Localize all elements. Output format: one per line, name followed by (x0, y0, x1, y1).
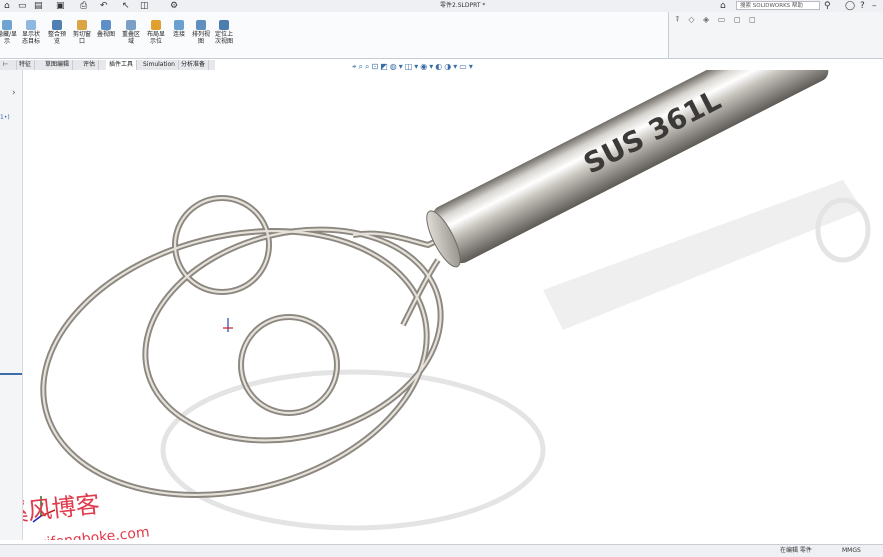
command-tabs: ⊢ 特征 草图编辑 评估 插件工具 Simulation 分析准备 (0, 60, 215, 70)
status-bar: 在编辑 零件 MMGS (0, 544, 883, 557)
tab-features[interactable]: 特征 (16, 60, 36, 70)
cut-window-icon (77, 20, 87, 30)
layout-icon (151, 20, 161, 30)
tab-evaluate[interactable]: 评估 (80, 60, 100, 70)
locate-icon (219, 20, 229, 30)
help-icon[interactable]: ? (860, 1, 865, 11)
search-icon[interactable]: ⚲ (824, 1, 831, 11)
options-gear-icon[interactable]: ⚙ (170, 1, 178, 11)
right-toolbar: ⍒ ◇ ◈ ▭ ◻ ◻ (669, 12, 883, 59)
save-icon[interactable]: ▣ (56, 1, 65, 11)
document-title: 零件2.SLDPRT * (440, 2, 486, 9)
overlay-icon (101, 20, 111, 30)
handle: SUS 361L (426, 14, 875, 268)
arrange-icon (196, 20, 206, 30)
panel-divider (0, 373, 22, 375)
ribbon-button-0[interactable]: 隐藏/显示 (0, 20, 18, 45)
chevron-right-icon[interactable]: › (12, 88, 16, 98)
home-icon[interactable]: ⌂ (4, 1, 10, 11)
user-icon[interactable]: ◯ (845, 1, 855, 11)
ribbon-button-9[interactable]: 定位上次视图 (213, 20, 235, 45)
units-selector[interactable]: MMGS (842, 545, 861, 557)
rebuild-icon[interactable]: ◫ (140, 1, 149, 11)
ribbon-button-6[interactable]: 布局显示位 (145, 20, 167, 45)
ribbon-button-7[interactable]: 连接 (168, 20, 190, 38)
tree-item[interactable]: 1•) (0, 114, 10, 121)
tab-addins[interactable]: 插件工具 (106, 60, 138, 70)
home-help-icon[interactable]: ⌂ (720, 1, 726, 11)
ribbon-button-2[interactable]: 整合预览 (46, 20, 68, 45)
watermark-name: 溪风博客 (23, 490, 101, 528)
whisk-wire (40, 195, 445, 498)
tab-analysis[interactable]: 分析准备 (178, 60, 210, 70)
origin-icon (223, 318, 233, 332)
tab-simulation[interactable]: Simulation (140, 60, 179, 70)
minimize-icon[interactable]: – (872, 1, 877, 11)
overlap-icon (126, 20, 136, 30)
graphics-area[interactable]: SUS 361L 溪风博客 xifengboke.com (3, 14, 883, 552)
ribbon-button-5[interactable]: 重叠区域 (120, 20, 142, 45)
connect-icon (174, 20, 184, 30)
display-state-icon (26, 20, 36, 30)
command-manager: 隐藏/显示 显示状态目标 整合预览 剪切窗口 叠视图 重叠区域 布局显示位 连接… (0, 12, 669, 59)
ribbon-button-1[interactable]: 显示状态目标 (20, 20, 42, 45)
ribbon-button-8[interactable]: 排列视图 (190, 20, 212, 45)
tab-sketch[interactable]: 草图编辑 (42, 60, 74, 70)
new-file-icon[interactable]: ▭ (18, 1, 27, 11)
ribbon-button-3[interactable]: 剪切窗口 (71, 20, 93, 45)
open-icon[interactable]: ▤ (34, 1, 43, 11)
watermark-url: xifengboke.com (38, 524, 151, 540)
tab-0[interactable]: ⊢ (0, 60, 17, 70)
feature-manager-panel[interactable]: › 1•) (0, 70, 23, 540)
preview-icon (52, 20, 62, 30)
filter-icons[interactable]: ⍒ ◇ ◈ ▭ ◻ ◻ (675, 15, 759, 25)
ribbon-button-4[interactable]: 叠视图 (95, 20, 117, 38)
undo-icon[interactable]: ↶ (100, 1, 108, 11)
status-editing: 在编辑 零件 (780, 547, 812, 554)
select-icon[interactable]: ↖ (122, 1, 130, 11)
hide-show-icon (2, 20, 12, 30)
print-icon[interactable]: ⎙ (80, 1, 87, 11)
help-search-input[interactable]: 搜索 SOLIDWORKS 帮助 (736, 1, 820, 10)
model-view: SUS 361L 溪风博客 xifengboke.com (3, 14, 875, 552)
